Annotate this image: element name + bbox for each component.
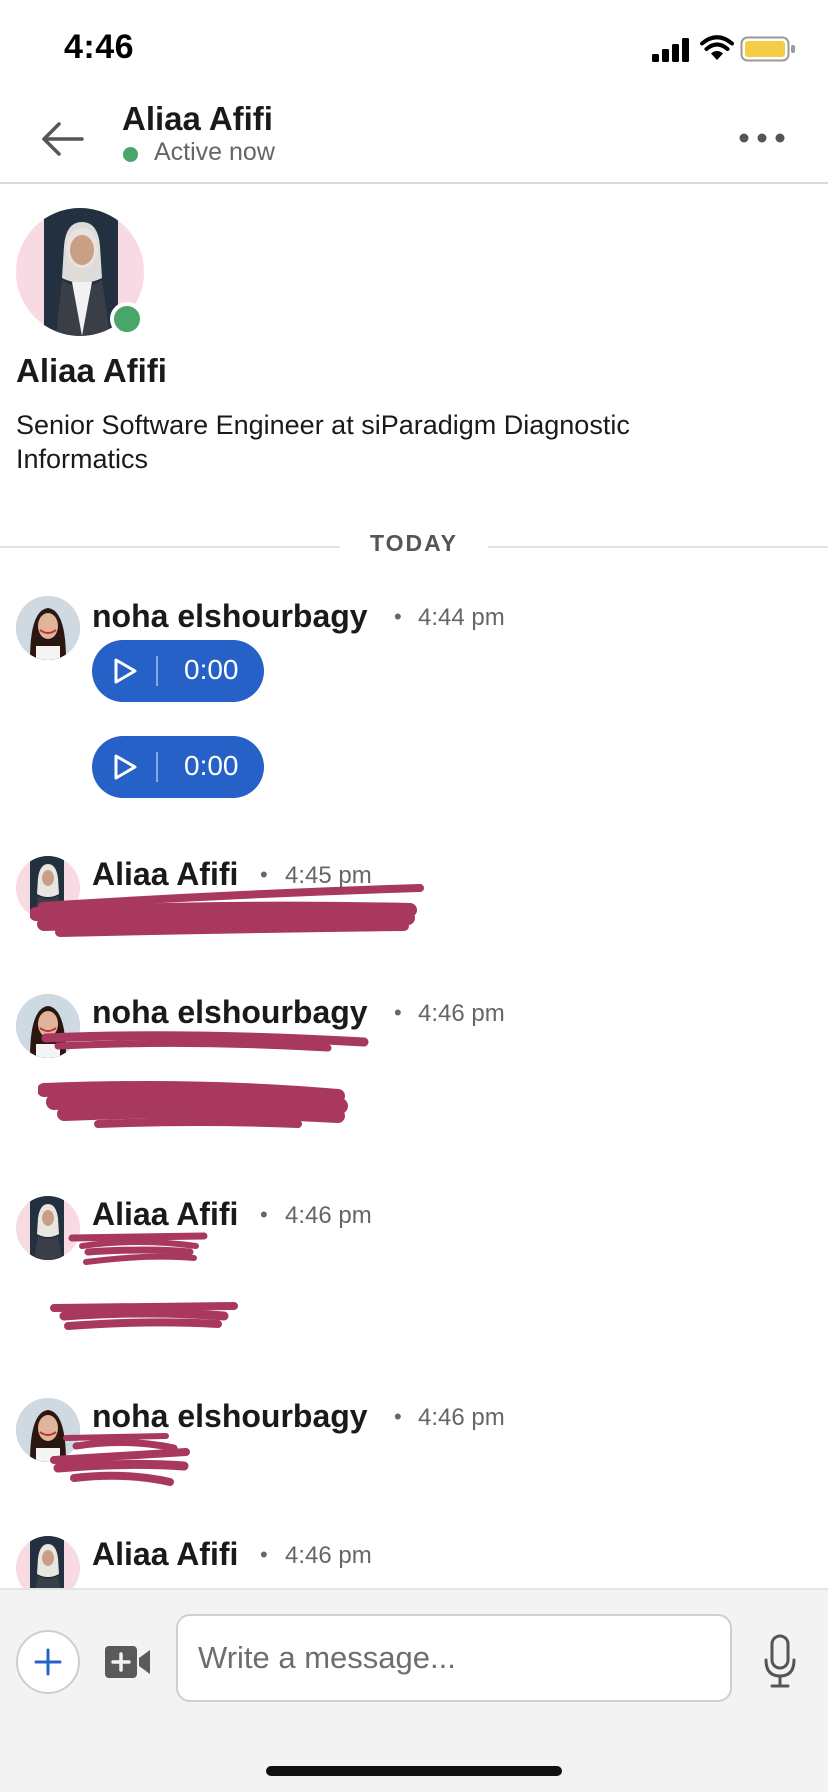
- sender-name[interactable]: noha elshourbagy: [92, 1398, 368, 1435]
- redacted-message: [50, 1433, 190, 1486]
- microphone-icon[interactable]: [762, 1634, 798, 1690]
- attach-button[interactable]: [16, 1630, 80, 1694]
- conversation-header: Aliaa Afifi Active now: [0, 92, 828, 184]
- more-options-icon[interactable]: [738, 130, 786, 146]
- message-group: noha elshourbagy • 4:44 pm 0:00 0:00: [0, 596, 828, 806]
- message-group: Aliaa Afifi • 4:46 pm: [0, 1534, 828, 1588]
- profile-name[interactable]: Aliaa Afifi: [16, 352, 167, 390]
- voice-divider: [156, 656, 158, 686]
- message-timestamp: 4:46 pm: [418, 1000, 505, 1027]
- redacted-message: [50, 1232, 238, 1330]
- status-time: 4:46: [64, 28, 135, 66]
- profile-headline: Senior Software Engineer at siParadigm D…: [16, 410, 630, 474]
- message-timestamp: 4:46 pm: [285, 1202, 372, 1229]
- separator-dot: •: [260, 1202, 268, 1227]
- home-indicator: [266, 1766, 562, 1776]
- redacted-message: [30, 884, 424, 937]
- sender-name[interactable]: Aliaa Afifi: [92, 1196, 238, 1233]
- play-icon[interactable]: [112, 657, 138, 685]
- divider-line-right: [488, 546, 828, 548]
- message-group: noha elshourbagy • 4:46 pm: [0, 1396, 828, 1496]
- message-timestamp: 4:46 pm: [285, 1542, 372, 1569]
- separator-dot: •: [394, 1404, 402, 1429]
- play-icon[interactable]: [112, 753, 138, 781]
- active-status-text: Active now: [154, 138, 275, 166]
- voice-duration: 0:00: [184, 654, 239, 685]
- message-group: noha elshourbagy • 4:46 pm: [0, 992, 828, 1142]
- separator-dot: •: [394, 1000, 402, 1025]
- video-icon[interactable]: [104, 1642, 152, 1682]
- sender-name[interactable]: Aliaa Afifi: [92, 1536, 238, 1573]
- plus-icon: [34, 1648, 62, 1676]
- status-bar: 4:46: [0, 0, 828, 92]
- sender-avatar[interactable]: [16, 1536, 80, 1588]
- separator-dot: •: [394, 604, 402, 629]
- voice-divider: [156, 752, 158, 782]
- sender-name[interactable]: noha elshourbagy: [92, 598, 368, 635]
- wifi-icon: [700, 35, 734, 60]
- voice-duration: 0:00: [184, 750, 239, 781]
- back-arrow-icon[interactable]: [36, 114, 92, 164]
- online-indicator: [110, 302, 144, 336]
- message-input[interactable]: [176, 1614, 732, 1702]
- date-divider-label: TODAY: [370, 530, 458, 556]
- message-group: Aliaa Afifi • 4:46 pm: [0, 1194, 828, 1344]
- battery-icon: [740, 36, 795, 62]
- separator-dot: •: [260, 1542, 268, 1567]
- voice-message[interactable]: 0:00: [92, 640, 264, 702]
- signal-icon: [652, 38, 689, 62]
- message-group: Aliaa Afifi • 4:45 pm: [0, 854, 828, 944]
- message-timestamp: 4:44 pm: [418, 604, 505, 631]
- message-timestamp: 4:46 pm: [418, 1404, 505, 1431]
- active-status-dot: [123, 147, 138, 162]
- voice-message[interactable]: 0:00: [92, 736, 264, 798]
- sender-avatar[interactable]: [16, 596, 80, 660]
- redacted-message: [38, 1031, 369, 1128]
- message-composer: [0, 1588, 828, 1792]
- header-contact-name[interactable]: Aliaa Afifi: [122, 100, 273, 138]
- divider-line-left: [0, 546, 340, 548]
- sender-name[interactable]: noha elshourbagy: [92, 994, 368, 1031]
